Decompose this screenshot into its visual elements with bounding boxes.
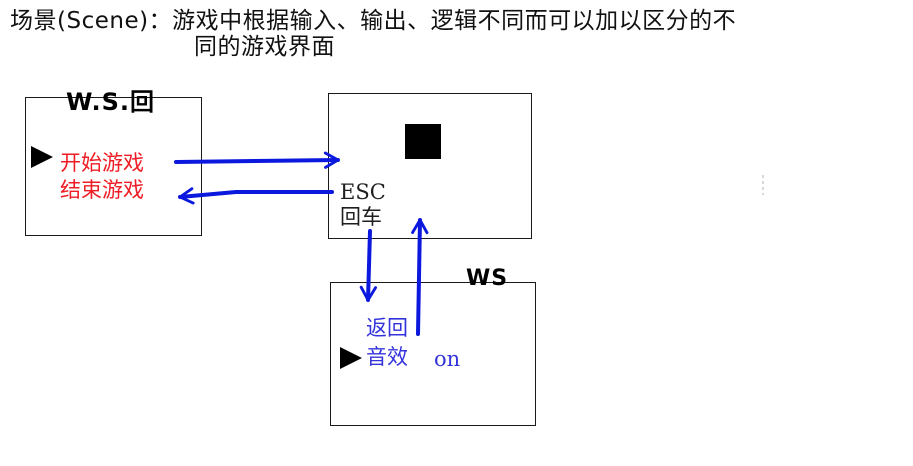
back-to-game-arrow-icon [411,218,429,336]
enter-to-settings-arrow-icon [359,229,378,302]
esc-to-menu-arrow-icon [178,187,334,205]
start-to-game-arrow-icon [174,151,340,169]
transition-arrows [174,151,429,336]
